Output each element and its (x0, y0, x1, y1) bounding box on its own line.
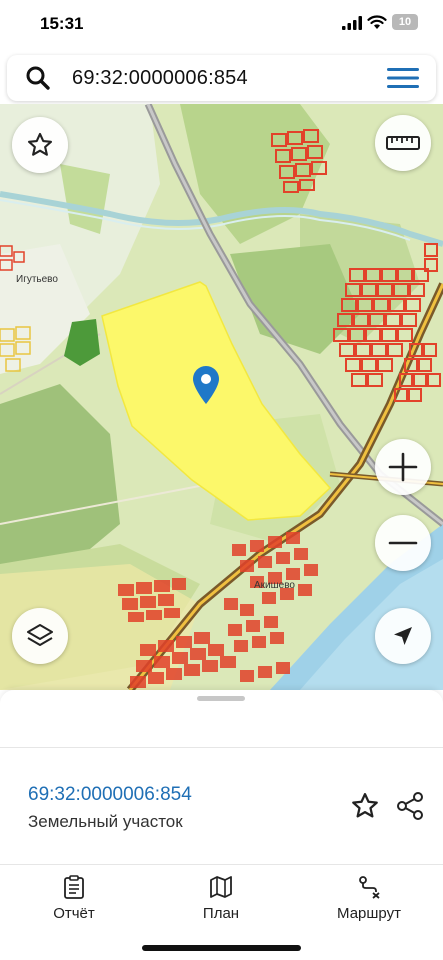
nav-item-report[interactable]: Отчёт (14, 875, 134, 922)
favorite-button[interactable] (12, 117, 68, 173)
nav-item-route[interactable]: Маршрут (309, 875, 429, 922)
navigation-arrow-icon (394, 627, 412, 645)
status-time: 15:31 (40, 14, 84, 33)
parcel-type-label: Земельный участок (28, 812, 183, 831)
battery-icon: 10 (392, 14, 418, 30)
search-icon[interactable] (25, 65, 51, 91)
location-pin-icon[interactable] (193, 366, 219, 404)
minus-icon (388, 541, 418, 545)
wifi-icon (367, 15, 387, 29)
search-input[interactable]: 69:32:0000006:854 (72, 67, 248, 90)
map-plan-icon (210, 876, 232, 898)
zoom-out-button[interactable] (375, 515, 431, 571)
report-icon (64, 875, 84, 899)
plus-icon (388, 452, 418, 482)
cellular-signal-icon (342, 16, 362, 30)
my-location-button[interactable] (375, 608, 431, 664)
zoom-in-button[interactable] (375, 439, 431, 495)
ruler-button[interactable] (375, 115, 431, 171)
village-label: Игутьево (16, 274, 58, 285)
nav-item-plan[interactable]: План (161, 875, 281, 922)
sheet-drag-handle[interactable] (197, 696, 245, 701)
map-view[interactable]: Игутьево Акишево (0, 104, 443, 690)
nav-label: План (202, 905, 240, 922)
map-canvas[interactable] (0, 104, 443, 690)
layers-icon (27, 624, 53, 646)
nav-label: Отчёт (53, 905, 95, 922)
nav-label: Маршрут (337, 905, 401, 922)
star-outline-icon[interactable] (350, 791, 380, 821)
share-icon[interactable] (395, 791, 425, 821)
menu-icon[interactable] (387, 67, 419, 89)
divider (0, 747, 443, 748)
status-bar: 15:31 10 (0, 0, 443, 50)
home-indicator[interactable] (142, 945, 301, 951)
parcel-cadastral-number[interactable]: 69:32:0000006:854 (28, 784, 192, 806)
star-outline-icon (27, 132, 53, 156)
ruler-icon (386, 136, 420, 150)
search-bar[interactable]: 69:32:0000006:854 (7, 55, 436, 101)
bottom-nav: Отчёт План Маршрут (0, 865, 443, 960)
village-label: Акишево (254, 580, 295, 591)
route-icon (359, 876, 380, 899)
layers-button[interactable] (12, 608, 68, 664)
